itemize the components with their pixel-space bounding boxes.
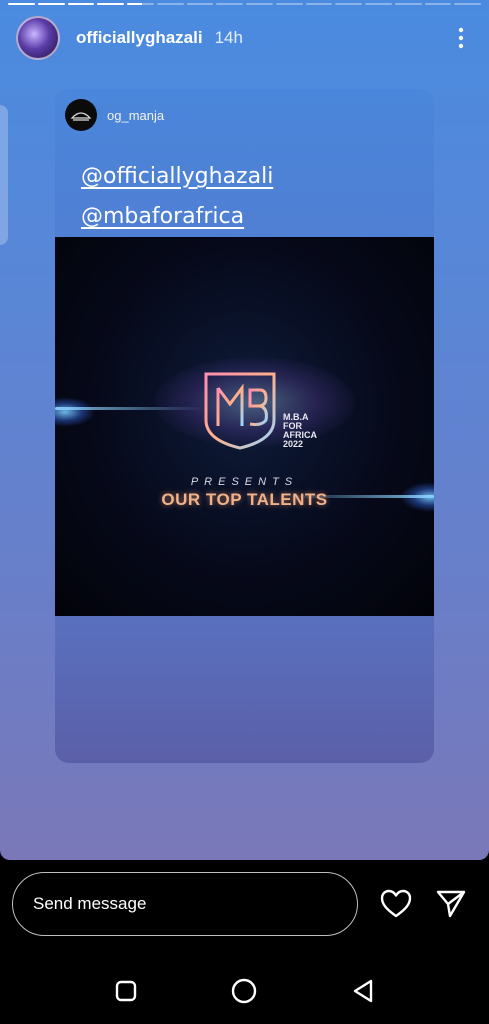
progress-segment [67,3,95,5]
brand-text: M.B.A FOR AFRICA 2022 [283,412,317,449]
progress-segment [216,3,243,5]
shared-post-card[interactable]: og_manja @officiallyghazali @mbaforafric… [55,89,434,763]
mention-link[interactable]: @mbaforafrica [81,204,244,229]
light-flare [55,397,95,427]
triangle-back-icon[interactable] [345,973,381,1009]
mention-link[interactable]: @officiallyghazali [81,164,273,189]
progress-segment [394,3,422,5]
card-username[interactable]: og_manja [107,108,164,123]
more-vertical-icon[interactable] [449,26,473,50]
headline-text: OUR TOP TALENTS [161,490,328,509]
story-username[interactable]: officiallyghazali [76,28,203,48]
progress-segment [275,3,303,5]
circle-icon[interactable] [226,973,262,1009]
progress-segment [8,3,35,5]
previous-story-edge[interactable] [0,105,8,245]
progress-segment [156,3,184,5]
progress-segment [97,3,124,5]
shared-post-header: og_manja [65,99,164,131]
progress-segment [365,3,392,5]
avatar[interactable] [16,16,60,60]
reply-bar [0,860,489,960]
progress-segment [335,3,362,5]
story-progress-bar [8,3,481,5]
system-navigation-bar [0,960,489,1024]
heart-icon[interactable] [378,886,414,922]
progress-segment [186,3,214,5]
story-header: officiallyghazali 14h [16,16,473,60]
progress-segment [305,3,333,5]
progress-segment [246,3,273,5]
story-viewer[interactable]: officiallyghazali 14h og_manja @official… [0,0,489,860]
video-frame[interactable]: M.B.A FOR AFRICA 2022 PRESENTS OUR TOP T… [55,237,434,616]
message-input[interactable] [12,872,358,936]
story-time: 14h [214,28,243,47]
card-avatar[interactable] [65,99,97,131]
mba-logo [204,372,276,450]
progress-segment [424,3,452,5]
square-icon[interactable] [108,973,144,1009]
send-icon[interactable] [433,886,469,922]
progress-segment [454,3,481,5]
presents-text: PRESENTS [190,476,299,488]
progress-segment [127,3,154,5]
progress-segment [37,3,65,5]
